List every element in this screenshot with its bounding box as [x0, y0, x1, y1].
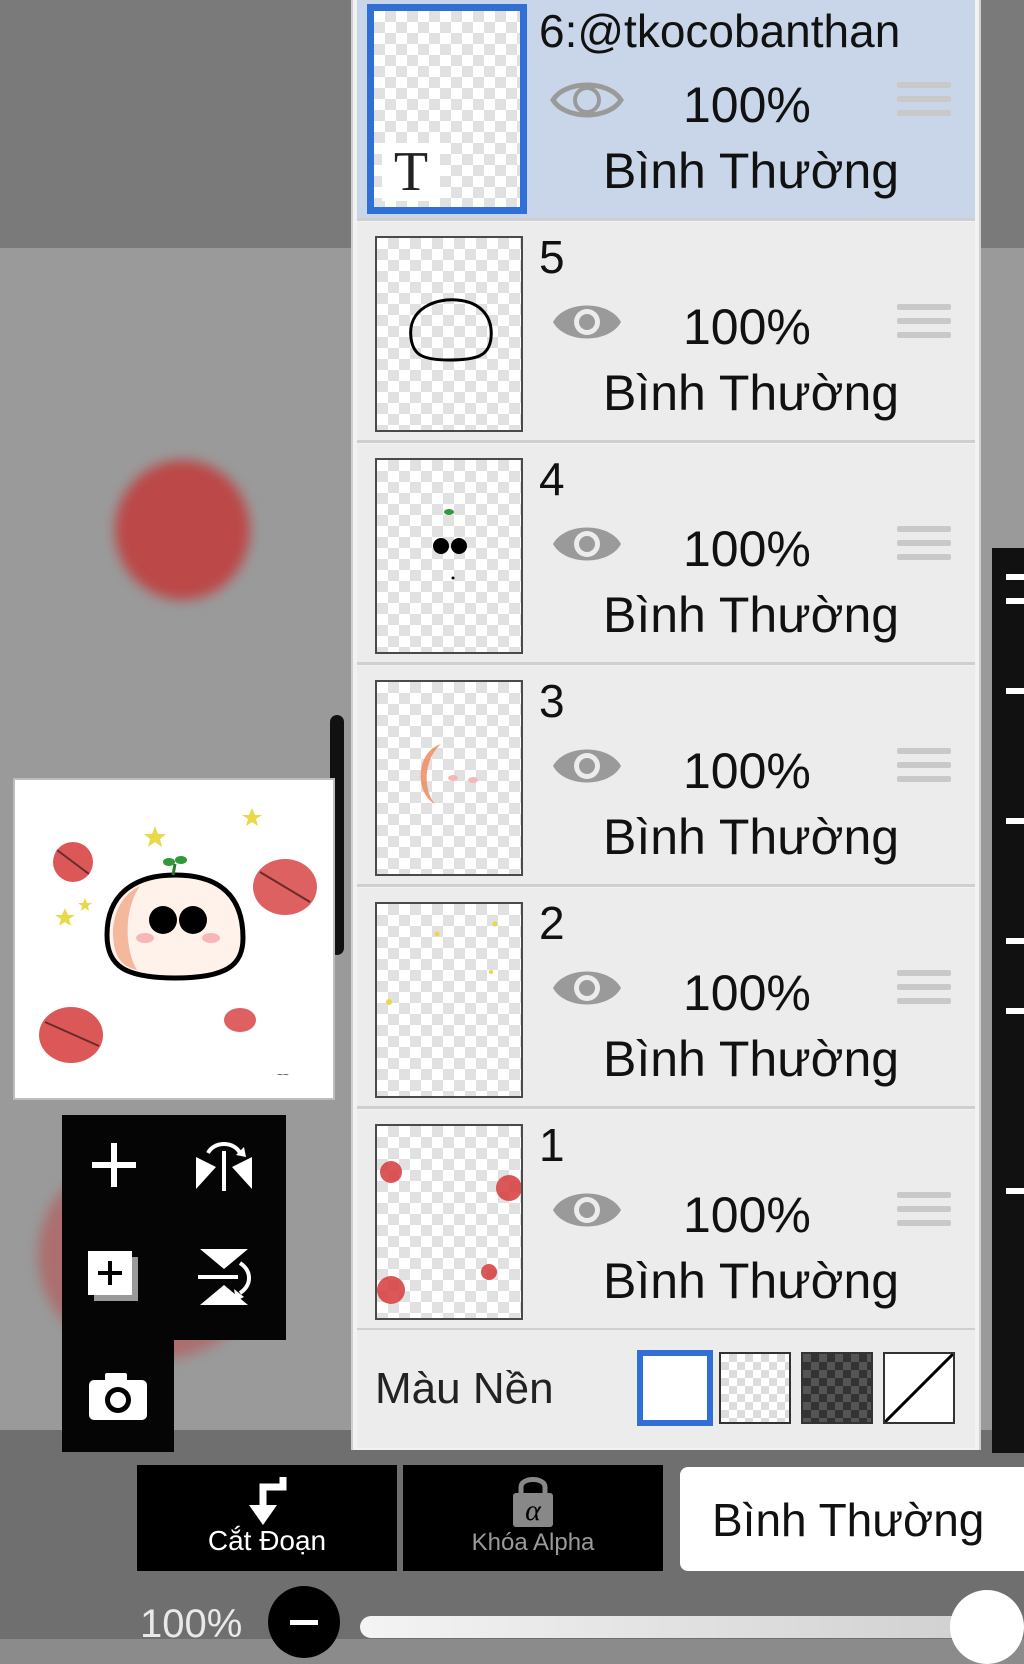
toolbar-icon[interactable]	[1006, 598, 1024, 604]
drag-handle-icon[interactable]	[897, 970, 951, 1016]
layer-blend-mode[interactable]: Bình Thường	[603, 586, 899, 644]
layer-row-3[interactable]: 3 100% Bình Thường	[357, 666, 975, 887]
blend-mode-select[interactable]: Bình Thường	[680, 1467, 1024, 1571]
layer-opacity[interactable]: 100%	[683, 742, 811, 800]
layer-opacity[interactable]: 100%	[683, 1186, 811, 1244]
alpha-lock-label: Khóa Alpha	[471, 1529, 595, 1556]
flip-horizontal-button[interactable]	[184, 1125, 264, 1205]
minus-icon	[290, 1620, 318, 1625]
drag-handle-icon[interactable]	[897, 82, 951, 128]
layer-name: 3	[539, 675, 565, 727]
clipping-label: Cắt Đoạn	[207, 1525, 327, 1556]
toolbar-icon[interactable]	[1006, 1188, 1024, 1194]
blend-mode-value: Bình Thường	[712, 1494, 985, 1546]
toolbar-icon[interactable]	[1006, 1008, 1024, 1014]
layer-thumbnail[interactable]	[375, 458, 523, 654]
import-photo-button[interactable]	[78, 1356, 158, 1436]
toolbar-icon[interactable]	[1006, 688, 1024, 694]
bg-swatch-none[interactable]	[883, 1352, 955, 1424]
duplicate-layer-button[interactable]	[74, 1237, 154, 1317]
layer-thumbnail[interactable]	[375, 236, 523, 432]
flip-horizontal-icon	[196, 1142, 252, 1191]
drag-handle-icon[interactable]	[897, 748, 951, 794]
visibility-eye-icon[interactable]	[549, 1182, 625, 1238]
layer-opacity[interactable]: 100%	[683, 520, 811, 578]
layer-blend-mode[interactable]: Bình Thường	[603, 142, 899, 200]
add-layer-button[interactable]	[74, 1125, 154, 1205]
layer-opacity[interactable]: 100%	[683, 76, 811, 134]
background-color-label: Màu Nền	[375, 1364, 554, 1413]
layer-thumbnail[interactable]: T	[367, 4, 527, 214]
bg-swatch-white[interactable]	[637, 1350, 713, 1426]
layer-blend-mode[interactable]: Bình Thường	[603, 1252, 899, 1310]
text-layer-icon: T	[382, 143, 440, 201]
toolbar-icon[interactable]	[1006, 938, 1024, 944]
layer-name: 6:@tkocobanthan	[539, 5, 901, 57]
bg-swatch-checker-dark[interactable]	[801, 1352, 873, 1424]
alpha-lock-button[interactable]: α Khóa Alpha	[403, 1465, 663, 1571]
visibility-eye-icon[interactable]	[549, 516, 625, 572]
layer-row-2[interactable]: 2 100% Bình Thường	[357, 888, 975, 1109]
bg-swatch-checker-light[interactable]	[719, 1352, 791, 1424]
visibility-eye-icon[interactable]	[549, 72, 625, 128]
flip-vertical-button[interactable]	[184, 1237, 264, 1317]
lock-icon: α	[513, 1477, 553, 1527]
visibility-eye-icon[interactable]	[549, 960, 625, 1016]
canvas-preview[interactable]: ~~	[13, 778, 335, 1100]
opacity-decrease-button[interactable]	[268, 1586, 340, 1658]
drag-handle-icon[interactable]	[897, 304, 951, 350]
layer-name: 1	[539, 1119, 565, 1171]
layer-row-5[interactable]: 5 100% Bình Thường	[357, 222, 975, 443]
layers-panel: T 6:@tkocobanthan 100% Bình Thường 5 100…	[351, 0, 981, 1450]
clip-arrow-icon	[249, 1477, 287, 1525]
drag-handle-icon[interactable]	[897, 526, 951, 572]
clipping-button[interactable]: Cắt Đoạn	[137, 1465, 397, 1571]
layer-blend-mode[interactable]: Bình Thường	[603, 808, 899, 866]
toolbar-icon[interactable]	[1006, 574, 1024, 580]
camera-icon	[89, 1373, 147, 1420]
layer-row-4[interactable]: 4 100% Bình Thường	[357, 444, 975, 665]
layer-opacity[interactable]: 100%	[683, 298, 811, 356]
layer-blend-mode[interactable]: Bình Thường	[603, 1030, 899, 1088]
drag-handle-icon[interactable]	[897, 1192, 951, 1238]
layer-name: 4	[539, 453, 565, 505]
camera-panel	[62, 1340, 174, 1452]
opacity-slider[interactable]	[360, 1616, 980, 1638]
layer-thumbnail[interactable]	[375, 902, 523, 1098]
visibility-eye-icon[interactable]	[549, 294, 625, 350]
layer-thumbnail[interactable]	[375, 1124, 523, 1320]
opacity-slider-knob[interactable]	[950, 1590, 1024, 1664]
opacity-value: 100%	[140, 1602, 243, 1646]
plus-icon	[92, 1143, 136, 1187]
layer-thumbnail[interactable]	[375, 680, 523, 876]
right-toolbar[interactable]	[992, 548, 1024, 1453]
layer-name: 2	[539, 897, 565, 949]
layer-opacity[interactable]: 100%	[683, 964, 811, 1022]
duplicate-icon	[88, 1251, 138, 1301]
toolbar-icon[interactable]	[1006, 818, 1024, 824]
svg-text:~~: ~~	[277, 1070, 289, 1081]
canvas-planet-blur	[115, 460, 250, 600]
layer-blend-mode[interactable]: Bình Thường	[603, 364, 899, 422]
layer-action-panel	[62, 1115, 286, 1340]
visibility-eye-icon[interactable]	[549, 738, 625, 794]
layer-row-6[interactable]: T 6:@tkocobanthan 100% Bình Thường	[357, 0, 975, 221]
flip-vertical-icon	[198, 1249, 251, 1305]
svg-text:α: α	[525, 1494, 542, 1527]
layer-row-1[interactable]: 1 100% Bình Thường	[357, 1110, 975, 1331]
background-color-row: Màu Nền	[357, 1330, 975, 1448]
layer-name: 5	[539, 231, 565, 283]
